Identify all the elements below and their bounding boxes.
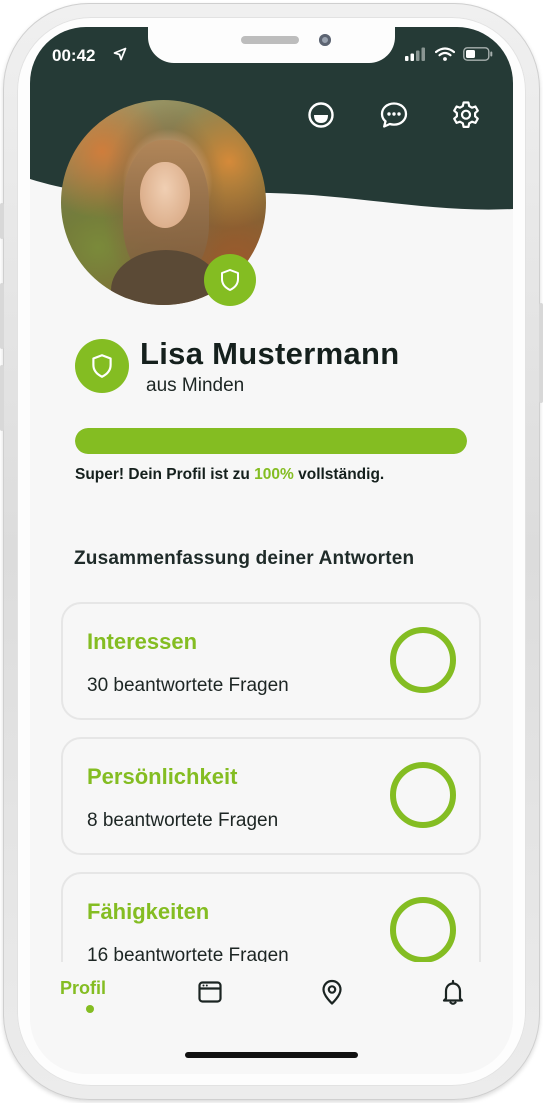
summary-title: Zusammenfassung deiner Antworten <box>74 548 415 569</box>
status-icons <box>405 47 493 61</box>
status-time: 00:42 <box>52 46 96 65</box>
card-subtitle: 30 beantwortete Fragen <box>87 675 289 696</box>
nav-active-indicator <box>86 1005 94 1013</box>
card-progress-ring <box>390 762 456 828</box>
avatar-face <box>140 162 190 228</box>
device-notch <box>148 27 395 63</box>
profile-progress-text: Super! Dein Profil ist zu 100% vollständ… <box>75 466 495 484</box>
side-button <box>0 365 4 431</box>
profile-progress-fill <box>75 428 467 454</box>
summary-card-persoenlichkeit[interactable]: Persönlichkeit 8 beantwortete Fragen <box>61 737 481 855</box>
shield-icon <box>92 354 112 378</box>
chat-bubble-icon[interactable] <box>378 99 410 131</box>
front-camera <box>319 34 331 46</box>
card-title: Fähigkeiten <box>87 899 210 924</box>
gear-icon[interactable] <box>450 99 482 131</box>
location-arrow-icon <box>113 47 127 61</box>
card-title: Persönlichkeit <box>87 764 238 789</box>
card-progress-ring <box>390 627 456 693</box>
card-title: Interessen <box>87 629 198 654</box>
avatar-verified-badge <box>204 254 256 306</box>
card-progress-ring <box>390 897 456 963</box>
progress-percent: 100% <box>254 466 294 483</box>
side-button <box>0 203 4 239</box>
name-verified-badge <box>75 339 129 393</box>
app-screen: 00:42 Lisa Mustermann aus Minden Super! … <box>30 27 513 1074</box>
card-subtitle: 8 beantwortete Fragen <box>87 810 279 831</box>
signal-icon <box>405 47 425 61</box>
battery-icon <box>463 47 493 61</box>
home-indicator[interactable] <box>185 1052 358 1058</box>
user-name: Lisa Mustermann <box>140 336 400 371</box>
profile-progress-bar <box>75 428 467 454</box>
map-pin-icon[interactable] <box>318 978 346 1006</box>
wifi-icon <box>435 47 455 61</box>
side-button <box>0 283 4 349</box>
summary-card-interessen[interactable]: Interessen 30 beantwortete Fragen <box>61 602 481 720</box>
progress-text-prefix: Super! Dein Profil ist zu <box>75 466 255 483</box>
browser-window-icon[interactable] <box>196 978 224 1006</box>
bell-icon[interactable] <box>439 978 467 1006</box>
shield-icon <box>221 269 239 291</box>
smiley-face-icon[interactable] <box>305 99 337 131</box>
user-location: aus Minden <box>146 375 245 396</box>
nav-item-profil[interactable]: Profil <box>60 978 106 999</box>
earpiece-speaker <box>241 36 299 44</box>
progress-text-suffix: vollständig. <box>293 466 385 483</box>
side-button <box>539 303 543 403</box>
bottom-navigation: Profil <box>30 962 513 1074</box>
